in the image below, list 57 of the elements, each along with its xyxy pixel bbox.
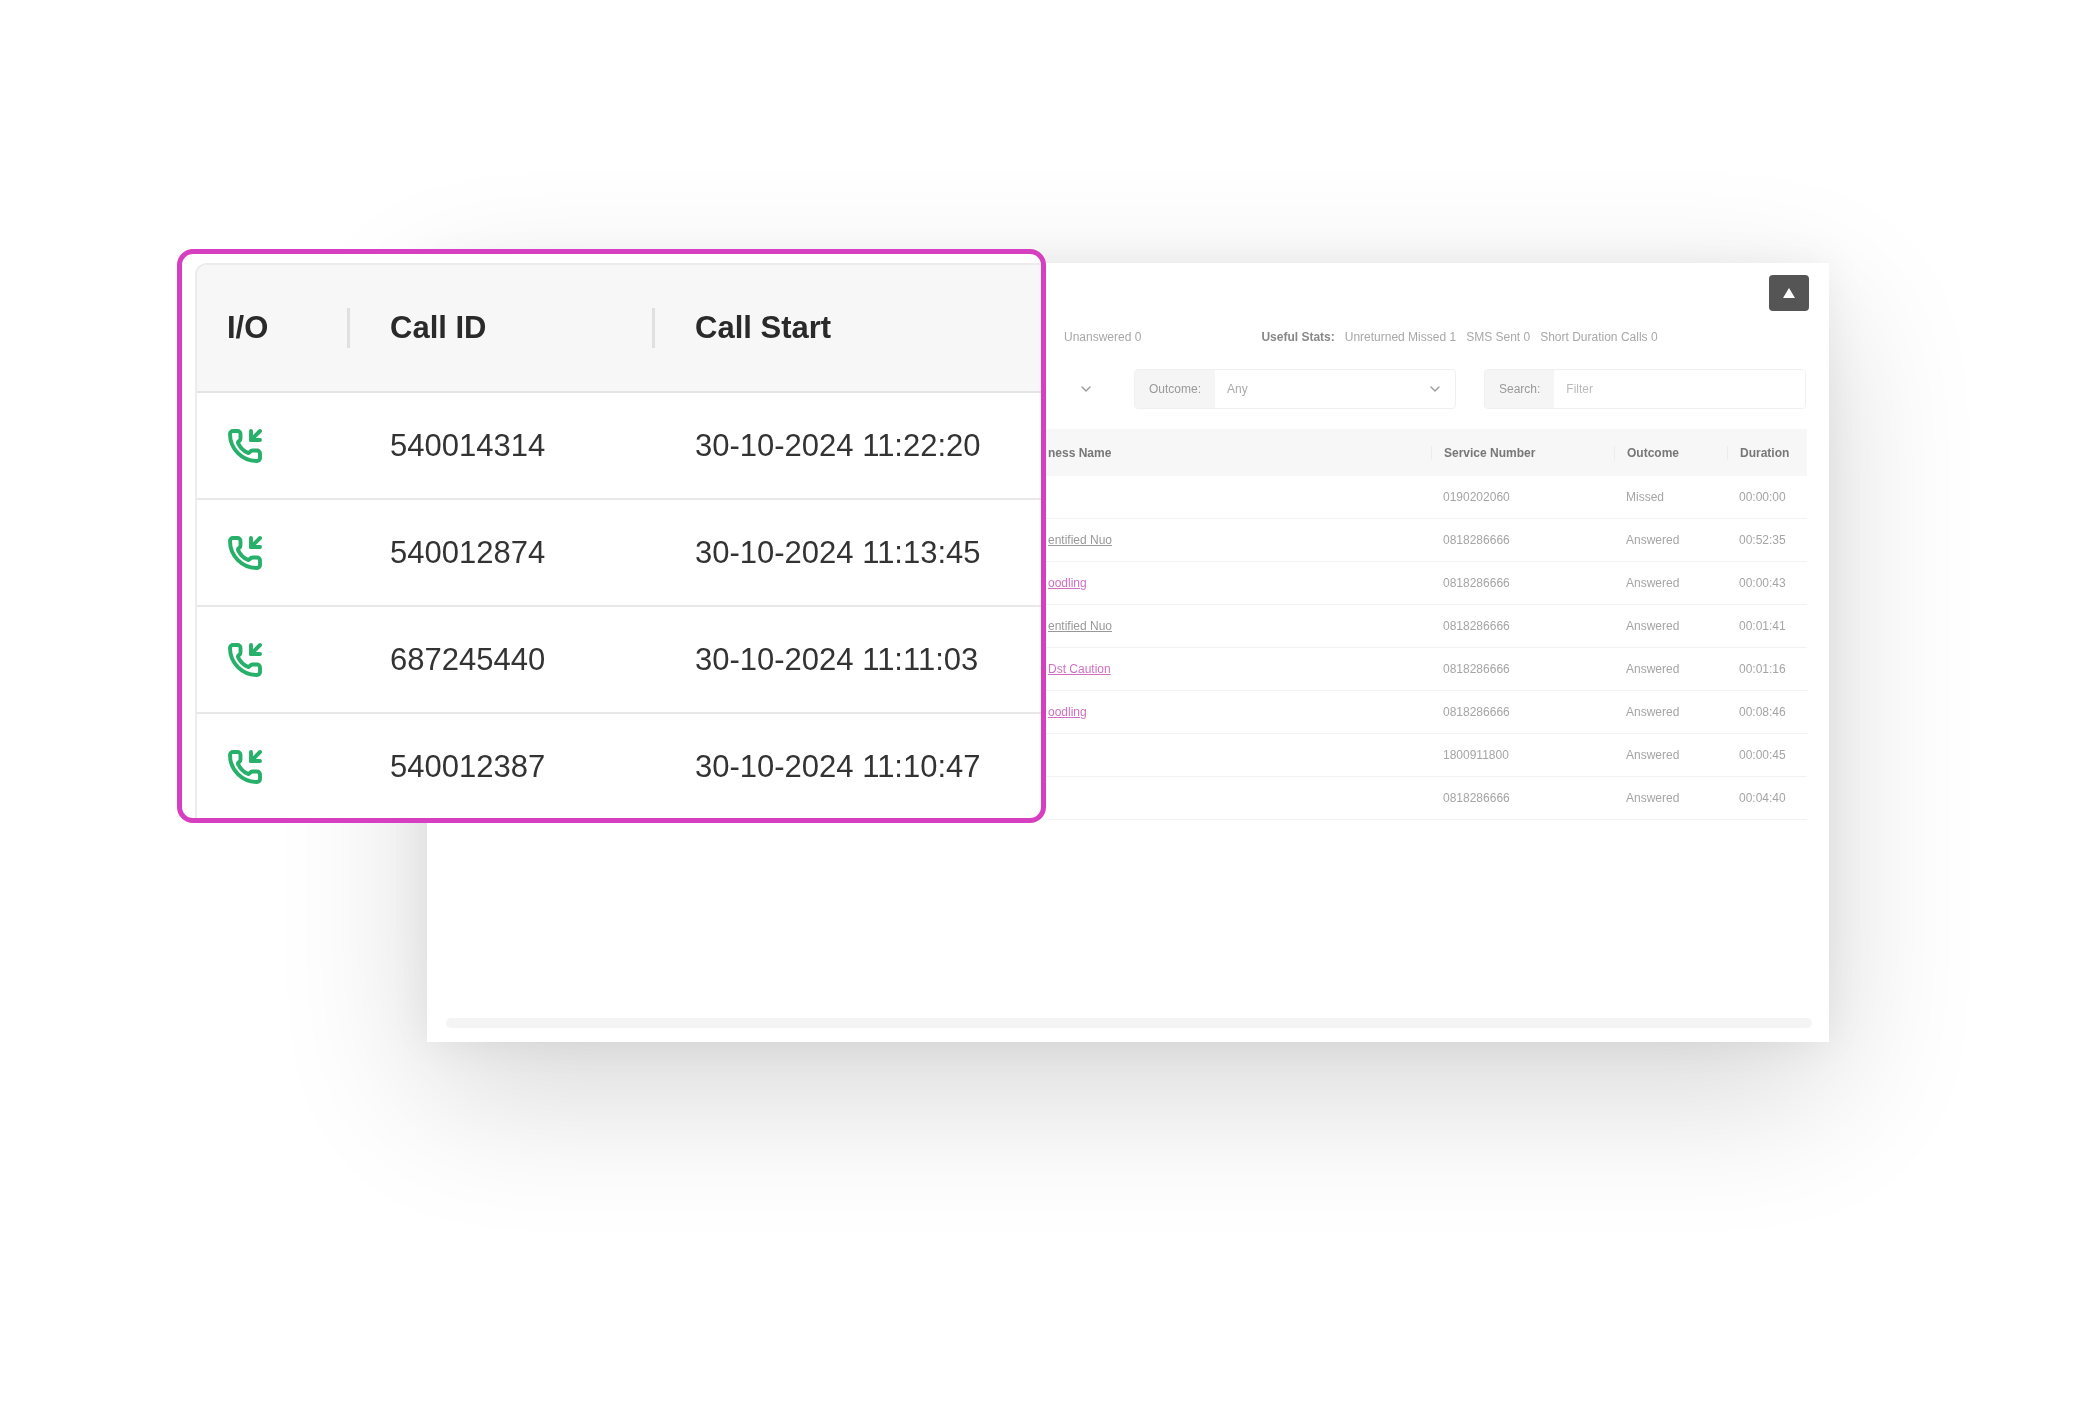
table-cell-text: Answered: [1625, 576, 1681, 590]
table-cell-text: Answered: [1625, 619, 1681, 633]
column-header: ness Name: [1047, 445, 1113, 460]
incoming-call-icon: [227, 641, 263, 678]
table-cell-text: Answered: [1625, 748, 1681, 762]
table-cell-text: 540012387: [389, 748, 547, 785]
table-cell-text: 687245440: [389, 641, 547, 678]
incoming-call-icon: [227, 534, 263, 571]
search-field[interactable]: Search: Filter: [1484, 369, 1806, 409]
table-cell-text: 30-10-2024 11:10:47: [694, 748, 982, 785]
column-header: Call Start: [652, 308, 1041, 348]
column-header: Duration: [1727, 445, 1827, 460]
table-cell-text: 00:08:46: [1738, 705, 1787, 719]
table-cell-text: 540012874: [389, 534, 547, 571]
table-cell-text: 0818286666: [1442, 662, 1511, 676]
table-cell-text: 00:00:43: [1738, 576, 1787, 590]
table-cell-text: 30-10-2024 11:22:20: [694, 427, 982, 464]
incoming-call-icon: [227, 427, 263, 464]
table-cell-text: Answered: [1625, 791, 1681, 805]
table-cell-text: 00:01:16: [1738, 662, 1787, 676]
table-cell-text: 30-10-2024 11:11:03: [694, 641, 980, 678]
stat-text: Unanswered 0: [1064, 330, 1142, 344]
table-cell-text: 540014314: [389, 427, 547, 464]
column-header: Service Number: [1431, 445, 1614, 460]
outcome-select[interactable]: Outcome: Any: [1134, 369, 1456, 409]
table-cell-text: 0818286666: [1442, 576, 1511, 590]
business-name: entified Nuo: [1047, 619, 1114, 633]
table-cell-text: Missed: [1625, 490, 1665, 504]
scroll-top-button[interactable]: [1769, 275, 1809, 311]
column-header: Call ID: [347, 308, 652, 348]
stat-text: SMS Sent 0: [1466, 330, 1531, 344]
table-cell-text: Answered: [1625, 533, 1681, 547]
business-name-link[interactable]: Dst Caution: [1046, 662, 1111, 676]
table-cell-text: Answered: [1625, 662, 1681, 676]
table-cell-text: 30-10-2024 11:13:45: [694, 534, 982, 571]
stat-text: Short Duration Calls 0: [1540, 330, 1658, 344]
column-header: Outcome: [1614, 445, 1727, 460]
table-cell-text: 0190202060: [1442, 490, 1511, 504]
business-name-link[interactable]: oodling: [1046, 705, 1087, 719]
table-cell-text: Answered: [1625, 705, 1681, 719]
incoming-call-icon: [227, 748, 263, 785]
business-name: entified Nuo: [1047, 533, 1114, 547]
table-cell-text: 0818286666: [1442, 791, 1511, 805]
table-cell-text: 00:00:45: [1738, 748, 1787, 762]
table-cell-text: 0818286666: [1442, 619, 1511, 633]
stats-label: Useful Stats:: [1261, 330, 1335, 344]
table-cell-text: 00:04:40: [1738, 791, 1787, 805]
column-header: I/O: [226, 309, 270, 347]
table-cell-text: 0818286666: [1442, 533, 1511, 547]
table-cell-text: 1800911800: [1442, 748, 1510, 762]
stat-text: Unreturned Missed 1: [1344, 330, 1457, 344]
up-triangle-icon: [1782, 287, 1796, 299]
business-name-link[interactable]: oodling: [1046, 576, 1087, 590]
table-cell-text: 0818286666: [1442, 705, 1511, 719]
table-cell-text: 00:52:35: [1738, 533, 1787, 547]
table-cell-text: 00:01:41: [1738, 619, 1787, 633]
table-cell-text: 00:00:00: [1738, 490, 1787, 504]
